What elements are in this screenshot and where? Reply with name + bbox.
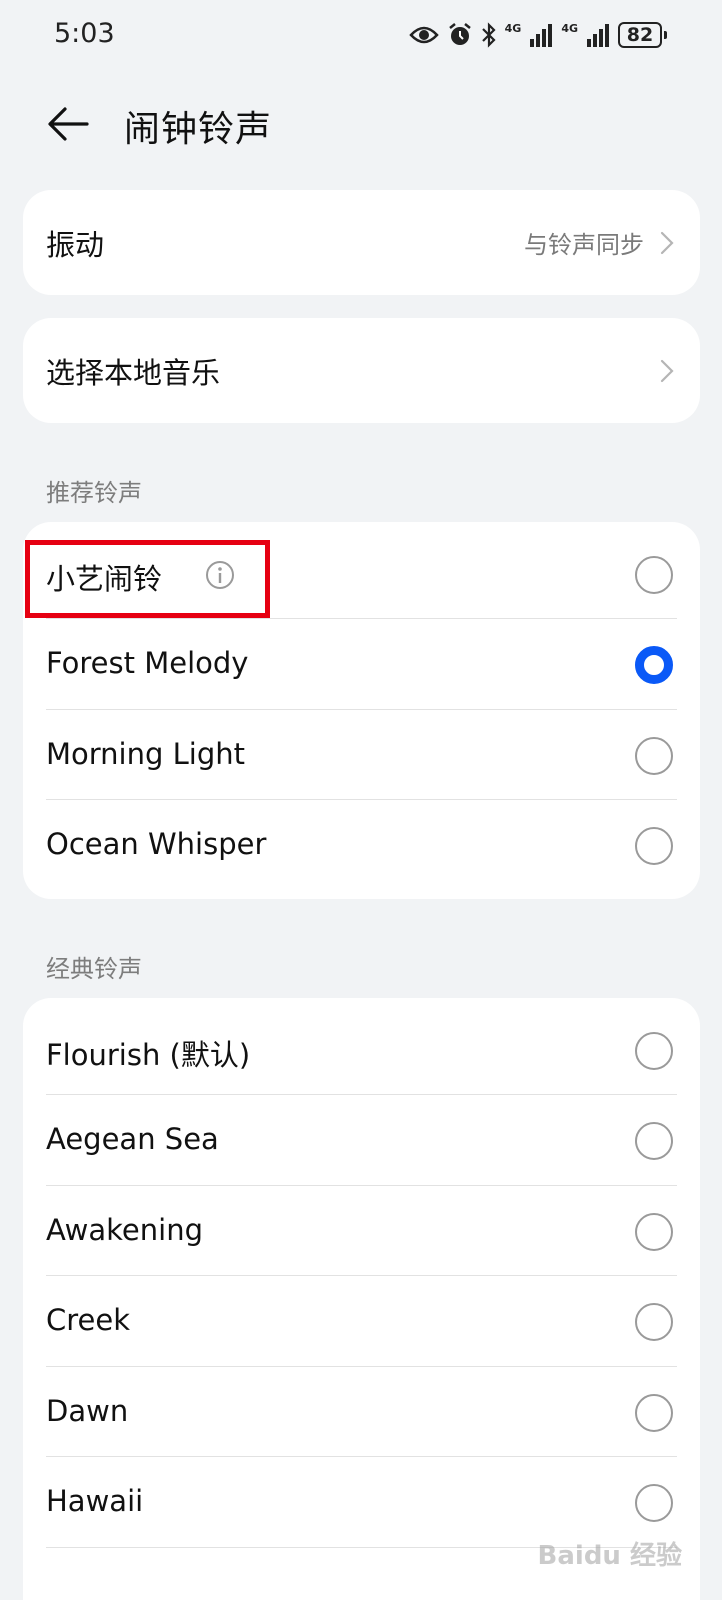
radio-button[interactable] bbox=[635, 737, 673, 775]
signal-icon bbox=[586, 23, 610, 47]
radio-button[interactable] bbox=[635, 1484, 673, 1522]
radio-button[interactable] bbox=[635, 1122, 673, 1160]
list-item[interactable]: Creek bbox=[23, 1276, 700, 1367]
radio-button[interactable] bbox=[635, 1303, 673, 1341]
watermark: Baidu 经验 bbox=[537, 1541, 682, 1571]
battery-icon: 82 bbox=[618, 22, 667, 48]
ringtone-label: Aegean Sea bbox=[46, 1122, 219, 1156]
radio-button[interactable] bbox=[635, 1213, 673, 1251]
chevron-right-icon bbox=[660, 231, 674, 254]
list-item[interactable]: Awakening bbox=[23, 1186, 700, 1276]
ringtone-label: Creek bbox=[46, 1303, 131, 1337]
list-item[interactable]: Forest Melody bbox=[23, 619, 700, 710]
ringtone-label: Ocean Whisper bbox=[46, 827, 267, 861]
status-time: 5:03 bbox=[54, 18, 115, 49]
page-title: 闹钟铃声 bbox=[124, 109, 273, 150]
highlight-box bbox=[25, 540, 270, 618]
back-arrow-icon bbox=[48, 107, 89, 141]
radio-button[interactable] bbox=[635, 1394, 673, 1432]
local-music-label: 选择本地音乐 bbox=[46, 355, 221, 390]
ringtone-label: Morning Light bbox=[46, 737, 245, 771]
classic-list: Flourish (默认) Aegean Sea Awakening Creek… bbox=[23, 998, 700, 1600]
local-music-card: 选择本地音乐 bbox=[23, 318, 700, 423]
signal-icon bbox=[529, 23, 553, 47]
list-item[interactable]: Aegean Sea bbox=[23, 1095, 700, 1186]
section-title-classic: 经典铃声 bbox=[46, 955, 142, 983]
section-title-recommended: 推荐铃声 bbox=[46, 479, 142, 507]
status-bar: 5:03 4G 4G 82 bbox=[0, 0, 722, 72]
vibration-row[interactable]: 振动 与铃声同步 bbox=[23, 190, 700, 295]
list-item[interactable]: Flourish (默认) bbox=[23, 998, 700, 1095]
ringtone-label: Dawn bbox=[46, 1394, 129, 1428]
ringtone-label: Awakening bbox=[46, 1213, 203, 1247]
eye-icon bbox=[408, 24, 439, 46]
vibration-card: 振动 与铃声同步 bbox=[23, 190, 700, 295]
ringtone-label: Flourish (默认) bbox=[46, 1038, 251, 1072]
alarm-icon bbox=[447, 22, 473, 48]
list-item[interactable]: Morning Light bbox=[23, 710, 700, 800]
radio-button[interactable] bbox=[635, 1032, 673, 1070]
ringtone-label: Forest Melody bbox=[46, 646, 249, 680]
list-item[interactable]: Dawn bbox=[23, 1367, 700, 1457]
radio-button[interactable] bbox=[635, 827, 673, 865]
vibration-label: 振动 bbox=[46, 227, 105, 262]
bluetooth-icon bbox=[481, 22, 497, 48]
local-music-row[interactable]: 选择本地音乐 bbox=[23, 318, 700, 423]
list-item[interactable]: Ocean Whisper bbox=[23, 800, 700, 899]
back-button[interactable] bbox=[40, 100, 96, 148]
header: 闹钟铃声 bbox=[0, 88, 722, 160]
network-label-2: 4G bbox=[561, 21, 578, 35]
status-icons: 4G 4G 82 bbox=[408, 20, 667, 50]
ringtone-label: Hawaii bbox=[46, 1484, 144, 1518]
vibration-value: 与铃声同步 bbox=[524, 231, 644, 259]
radio-button-selected[interactable] bbox=[635, 646, 673, 684]
network-label-1: 4G bbox=[504, 21, 522, 35]
battery-level: 82 bbox=[626, 24, 654, 46]
radio-button[interactable] bbox=[635, 556, 673, 594]
chevron-right-icon bbox=[660, 359, 674, 382]
